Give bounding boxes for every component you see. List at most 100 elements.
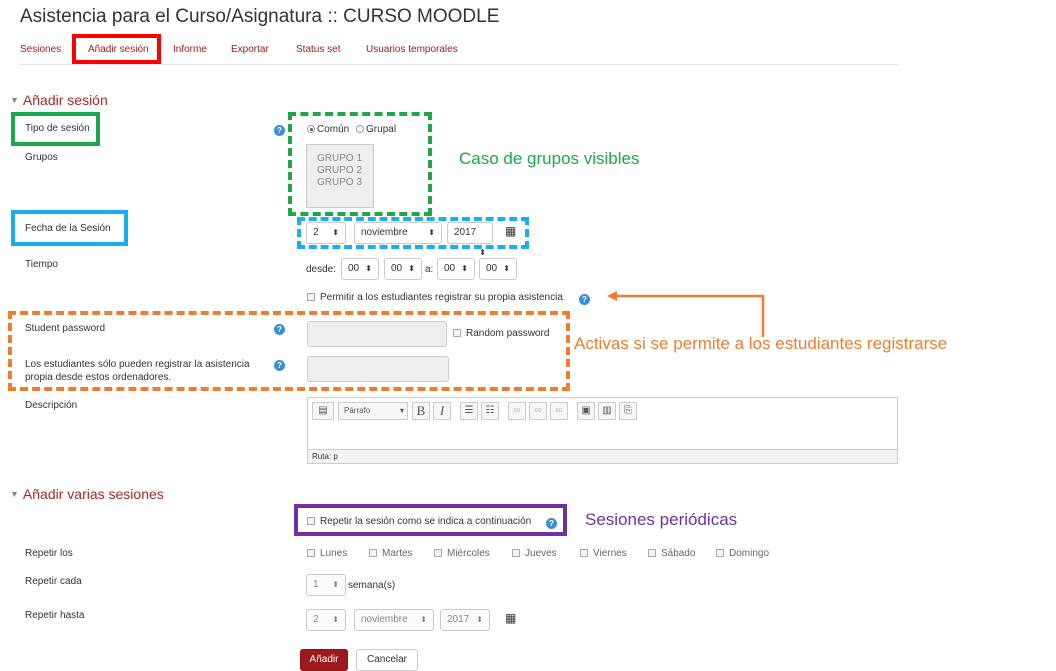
caret-icon: ⬍ bbox=[476, 615, 483, 624]
repeat-every-select[interactable]: 1 ⬍ bbox=[306, 574, 346, 596]
caret-icon: ⬍ bbox=[503, 264, 510, 273]
time-to-hour-select[interactable]: 00 ⬍ bbox=[437, 258, 475, 280]
random-password-checkbox[interactable] bbox=[453, 329, 461, 337]
tab-divider bbox=[20, 64, 898, 65]
bullet-list-icon[interactable]: ☰ bbox=[460, 402, 478, 420]
weekday-label: Miércoles bbox=[447, 548, 490, 559]
annotation-periodic: Sesiones periódicas bbox=[585, 510, 738, 529]
tab-sesiones[interactable]: Sesiones bbox=[20, 44, 61, 55]
tab-informe[interactable]: Informe bbox=[173, 44, 207, 55]
ip-restrict-input[interactable] bbox=[307, 356, 449, 382]
numbered-list-icon[interactable]: ☷ bbox=[481, 402, 499, 420]
annotation-self-register: Activas si se permite a los estudiantes … bbox=[574, 334, 948, 353]
collapse-triangle-icon: ▼ bbox=[10, 489, 19, 499]
self-register-option[interactable]: Permitir a los estudiantes registrar su … bbox=[307, 292, 563, 303]
weekday-label: Jueves bbox=[525, 548, 557, 559]
unlink-icon[interactable]: ∞ bbox=[529, 402, 547, 420]
weekday-label: Viernes bbox=[593, 548, 627, 559]
weekday-checkbox[interactable] bbox=[580, 549, 588, 557]
caret-icon: ▾ bbox=[399, 406, 404, 415]
caret-icon: ⬍ bbox=[461, 264, 468, 273]
weekday-checkbox[interactable] bbox=[648, 549, 656, 557]
self-register-checkbox[interactable] bbox=[307, 293, 315, 301]
description-editor[interactable]: ▤ Párrafo ▾ B I ☰ ☷ ∞ ∞ ∞ ▣ ▥ ⎘ Ruta: p bbox=[307, 397, 898, 464]
highlight-repeat bbox=[294, 504, 567, 536]
repeat-until-label: Repetir hasta bbox=[25, 610, 85, 621]
repeat-every-label: Repetir cada bbox=[25, 576, 82, 587]
highlight-date-label bbox=[11, 210, 128, 246]
weekday-checkbox[interactable] bbox=[512, 549, 520, 557]
help-icon[interactable]: ? bbox=[274, 360, 285, 371]
anchor-icon[interactable]: ∞ bbox=[550, 402, 568, 420]
section-heading-add-session[interactable]: ▼ Añadir sesión bbox=[10, 92, 108, 108]
media-icon[interactable]: ▥ bbox=[598, 402, 616, 420]
time-value: 00 bbox=[444, 263, 456, 274]
weekday-option[interactable]: Jueves bbox=[512, 548, 557, 559]
weekday-option[interactable]: Martes bbox=[369, 548, 413, 559]
time-from-minute-select[interactable]: 00 ⬍ bbox=[384, 258, 422, 280]
ip-restrict-label: Los estudiantes sólo pueden registrar la… bbox=[25, 358, 250, 384]
ip-restrict-label-line: propia desde estos ordenadores. bbox=[25, 372, 172, 383]
weekday-label: Domingo bbox=[729, 548, 770, 559]
tab-exportar[interactable]: Exportar bbox=[231, 44, 269, 55]
weekday-checkbox[interactable] bbox=[716, 549, 724, 557]
weekday-option[interactable]: Sábado bbox=[648, 548, 695, 559]
time-value: 00 bbox=[348, 263, 360, 274]
submit-button[interactable]: Añadir bbox=[300, 649, 348, 671]
paragraph-format-select[interactable]: Párrafo ▾ bbox=[338, 402, 408, 420]
help-icon[interactable]: ? bbox=[579, 294, 590, 305]
cancel-button[interactable]: Cancelar bbox=[356, 649, 418, 671]
weekday-option[interactable]: Miércoles bbox=[434, 548, 490, 559]
arrow-annotation-icon bbox=[607, 291, 765, 337]
section-heading-label: Añadir varias sesiones bbox=[22, 486, 164, 502]
italic-icon[interactable]: I bbox=[433, 402, 451, 420]
random-password-option[interactable]: Random password bbox=[453, 328, 549, 339]
tab-status-set[interactable]: Status set bbox=[296, 44, 340, 55]
repeat-until-day-value: 2 bbox=[313, 614, 319, 625]
repeat-every-unit: semana(s) bbox=[348, 580, 396, 591]
highlight-date-selects bbox=[297, 217, 529, 249]
groups-label: Grupos bbox=[25, 152, 58, 163]
time-from-hour-select[interactable]: 00 ⬍ bbox=[341, 258, 379, 280]
calendar-icon[interactable]: ▦ bbox=[505, 611, 516, 625]
tab-usuarios-temporales[interactable]: Usuarios temporales bbox=[366, 44, 458, 55]
weekday-option[interactable]: Domingo bbox=[716, 548, 769, 559]
highlight-active-tab bbox=[72, 34, 161, 64]
caret-icon: ⬍ bbox=[365, 264, 372, 273]
time-from-label: desde: bbox=[306, 264, 337, 275]
time-label: Tiempo bbox=[25, 259, 58, 270]
help-icon[interactable]: ? bbox=[274, 324, 285, 335]
self-register-label: Permitir a los estudiantes registrar su … bbox=[320, 292, 563, 303]
paste-icon[interactable]: ⎘ bbox=[619, 402, 637, 420]
editor-path: Ruta: p bbox=[308, 449, 897, 463]
ip-restrict-label-line: Los estudiantes sólo pueden registrar la… bbox=[25, 359, 250, 370]
weekday-checkbox[interactable] bbox=[307, 549, 315, 557]
help-icon[interactable]: ? bbox=[274, 125, 285, 136]
annotation-groups-visible: Caso de grupos visibles bbox=[459, 149, 640, 168]
student-password-input[interactable] bbox=[307, 321, 447, 347]
repeat-until-month-value: noviembre bbox=[361, 614, 408, 625]
repeat-until-year-select[interactable]: 2017 ⬍ bbox=[440, 609, 490, 631]
link-icon[interactable]: ∞ bbox=[508, 402, 526, 420]
highlight-groups bbox=[288, 112, 432, 216]
collapse-triangle-icon: ▼ bbox=[10, 95, 19, 105]
caret-icon: ⬍ bbox=[332, 580, 339, 589]
weekday-checkbox[interactable] bbox=[369, 549, 377, 557]
weekday-option[interactable]: Viernes bbox=[580, 548, 627, 559]
caret-icon: ⬍ bbox=[408, 264, 415, 273]
repeat-until-month-select[interactable]: noviembre ⬍ bbox=[354, 609, 434, 631]
image-icon[interactable]: ▣ bbox=[577, 402, 595, 420]
highlight-session-type bbox=[11, 112, 100, 146]
caret-icon: ⬍ bbox=[332, 615, 339, 624]
section-heading-multi[interactable]: ▼ Añadir varias sesiones bbox=[10, 486, 164, 502]
toolbar-toggle-icon[interactable]: ▤ bbox=[312, 402, 334, 420]
random-password-label: Random password bbox=[466, 328, 550, 339]
weekday-option[interactable]: Lunes bbox=[307, 548, 347, 559]
repeat-every-value: 1 bbox=[313, 579, 319, 590]
repeat-until-day-select[interactable]: 2 ⬍ bbox=[306, 609, 346, 631]
weekday-checkbox[interactable] bbox=[434, 549, 442, 557]
bold-icon[interactable]: B bbox=[412, 402, 430, 420]
caret-icon: ⬍ bbox=[420, 615, 427, 624]
repeat-until-year-value: 2017 bbox=[447, 614, 470, 625]
time-to-minute-select[interactable]: 00 ⬍ bbox=[479, 258, 517, 280]
